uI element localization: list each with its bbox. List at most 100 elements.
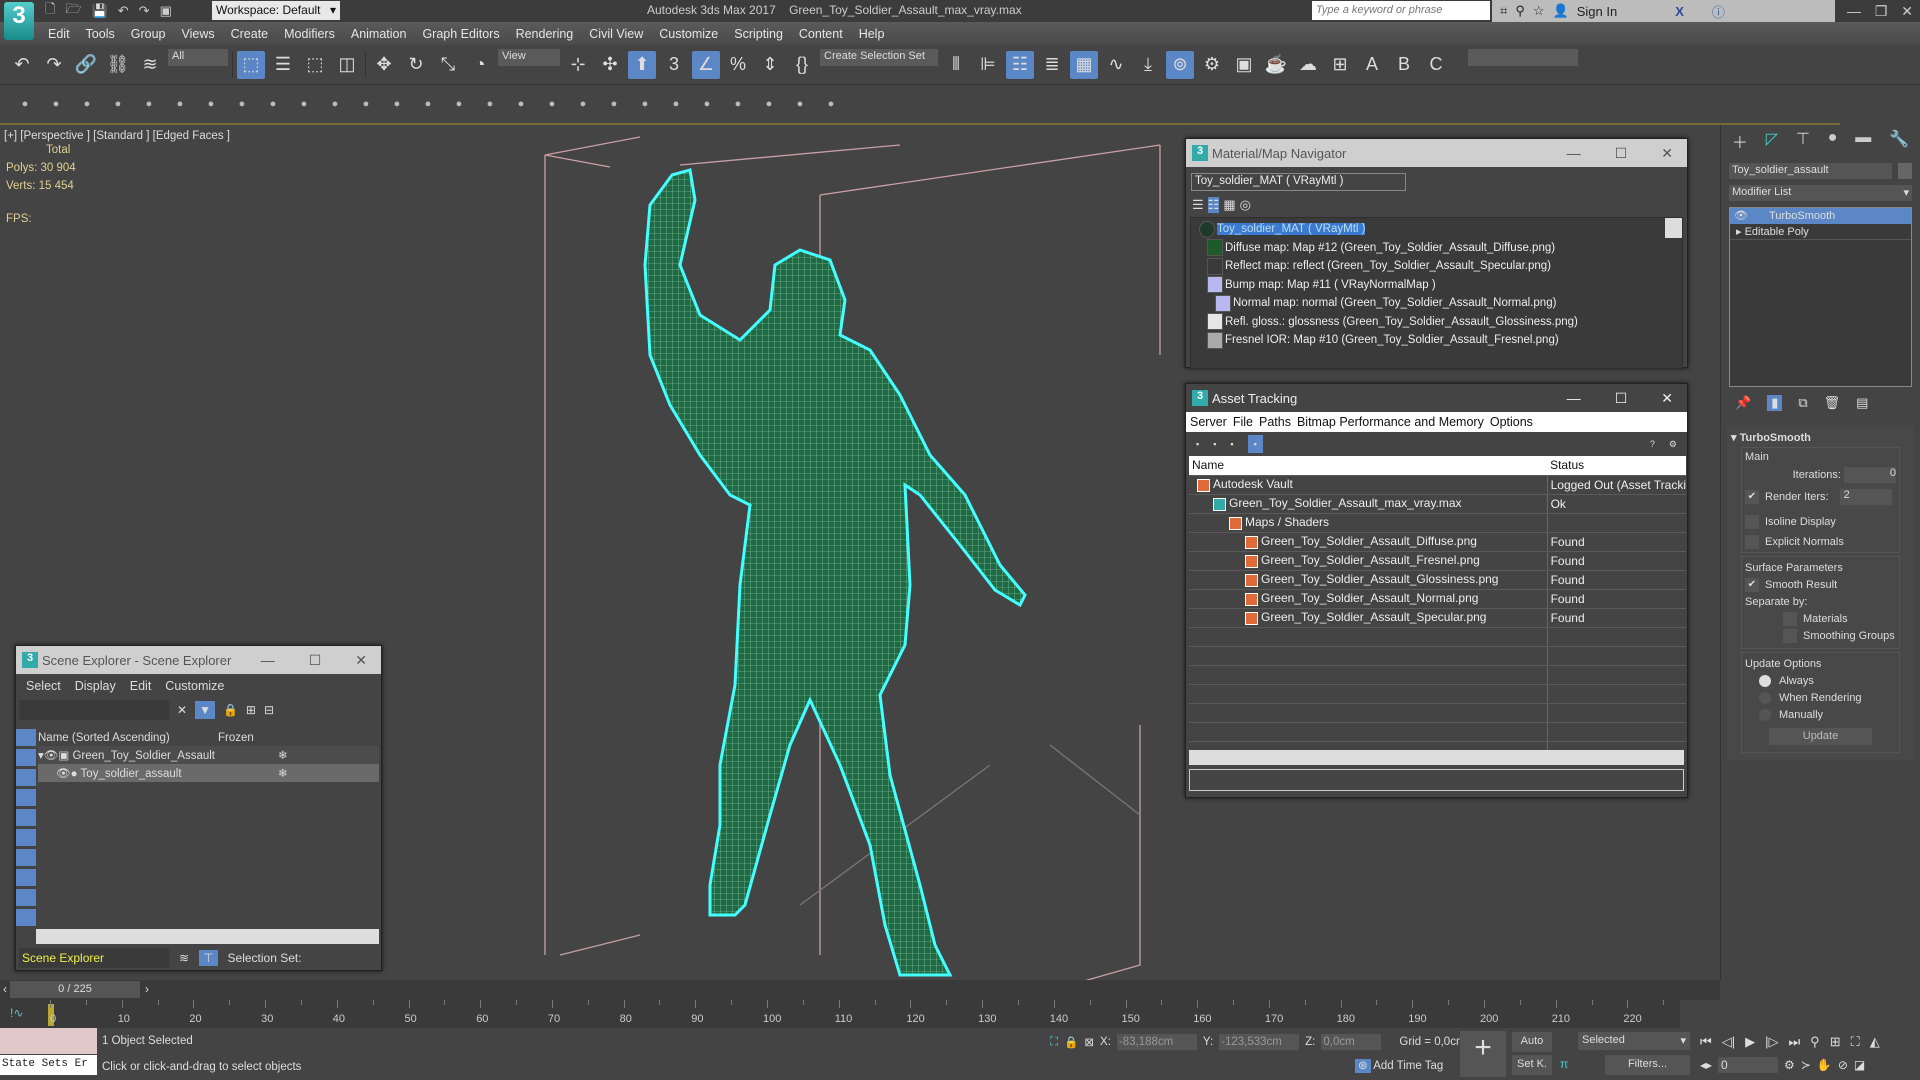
material-tree-item[interactable]: Fresnel IOR: Map #10 (Green_Toy_Soldier_… — [1191, 331, 1682, 350]
show-end-result-icon[interactable]: ▮ — [1767, 395, 1783, 411]
field-of-view-icon[interactable]: ◭ — [1870, 1034, 1880, 1050]
asset-row[interactable]: Maps / Shaders — [1189, 513, 1686, 533]
proxy-icon[interactable]: ● — [541, 93, 563, 115]
list-icons-view-icon[interactable]: ☷ — [1207, 197, 1220, 213]
play-icon[interactable]: ▶ — [1745, 1034, 1755, 1050]
shape-filter-icon[interactable] — [16, 749, 36, 766]
helper-icon[interactable]: ● — [200, 93, 222, 115]
unlink-icon[interactable]: ⛓ — [104, 51, 132, 79]
spinner-snap-icon[interactable]: ⇕ — [756, 51, 784, 79]
menu-graph-editors[interactable]: Graph Editors — [422, 27, 499, 41]
materials-checkbox[interactable] — [1783, 612, 1797, 627]
binoculars-icon[interactable]: ⌗ — [1500, 3, 1507, 19]
isolate-icon[interactable]: ⛶ — [1050, 1036, 1058, 1049]
col-name[interactable]: Name (Sorted Ascending) — [38, 732, 218, 744]
link-icon[interactable]: 🔗 — [72, 51, 100, 79]
key-mode-icon[interactable]: ◂▸ — [1700, 1058, 1712, 1072]
keyword-search-input[interactable]: Type a keyword or phrase — [1312, 1, 1490, 20]
time-config-icon[interactable]: ⚙ — [1784, 1058, 1795, 1072]
rotate-icon[interactable]: ↻ — [402, 51, 430, 79]
render-iters-spinner[interactable]: 2 — [1839, 489, 1892, 505]
orbit-subobject-icon[interactable]: ⊘ — [1838, 1058, 1848, 1072]
new-file-icon[interactable]: 🗋 — [45, 0, 55, 22]
scene-row-selected[interactable]: 👁● Toy_soldier_assault ❄ — [38, 764, 379, 782]
frozen-icon[interactable]: ❄ — [278, 748, 288, 762]
key-filters-button[interactable]: Filters... — [1605, 1055, 1690, 1075]
sky-icon[interactable]: ● — [448, 93, 470, 115]
time-slider[interactable]: ‹ 0 / 225 › — [0, 980, 1720, 1000]
smoothing-groups-checkbox[interactable] — [1783, 629, 1797, 644]
maximize-icon[interactable]: ☐ — [1615, 390, 1628, 407]
tree-icon[interactable]: ● — [634, 93, 656, 115]
percent-snap-icon[interactable]: % — [724, 51, 752, 79]
material-tree-item[interactable]: Diffuse map: Map #12 (Green_Toy_Soldier_… — [1191, 239, 1682, 258]
horizontal-scrollbar[interactable] — [36, 929, 379, 944]
layer-explorer-icon[interactable]: ≣ — [1038, 51, 1066, 79]
prev-key-icon[interactable]: ◁| — [1722, 1034, 1735, 1050]
absolute-mode-icon[interactable]: ⊠ — [1084, 1035, 1094, 1049]
orbit-icon[interactable]: ≻ — [1801, 1058, 1811, 1072]
col-frozen[interactable]: Frozen — [218, 732, 254, 744]
utilities-tab-icon[interactable]: 🔧 — [1889, 129, 1909, 153]
soldier-model[interactable] — [643, 168, 1027, 977]
large-icons-view-icon[interactable]: ◎ — [1240, 197, 1251, 213]
doc-icon[interactable]: ● — [45, 93, 67, 115]
configure-sets-icon[interactable]: ▤ — [1856, 395, 1868, 411]
help-icon[interactable]: ? — [1650, 439, 1655, 449]
material-tree-item[interactable]: Normal map: normal (Green_Toy_Soldier_As… — [1191, 294, 1682, 313]
select-object-icon[interactable]: ⬚ — [237, 50, 265, 79]
material-name-field[interactable]: Toy_soldier_MAT ( VRayMtl ) — [1191, 173, 1406, 191]
material-tree-item[interactable]: Reflect map: reflect (Green_Toy_Soldier_… — [1191, 257, 1682, 276]
asset-menu-item[interactable]: Options — [1490, 415, 1533, 429]
geo-icon[interactable]: ● — [355, 93, 377, 115]
menu-create[interactable]: Create — [231, 27, 269, 41]
pan-icon[interactable]: ✋ — [1817, 1058, 1832, 1072]
render-cloud-icon[interactable]: ☁ — [1294, 51, 1322, 79]
redo-quick-icon[interactable]: ↷ — [139, 3, 150, 19]
eye-icon[interactable]: 👁 — [1734, 210, 1748, 222]
bone-filter-icon[interactable] — [16, 889, 36, 906]
dome-icon[interactable]: ● — [293, 93, 315, 115]
menu-animation[interactable]: Animation — [351, 27, 407, 41]
select-by-name-icon[interactable]: ☰ — [269, 51, 297, 79]
material-navigator-titlebar[interactable]: 3 Material/Map Navigator — ☐ ✕ — [1186, 139, 1687, 167]
zoom-all-icon[interactable]: ⊞ — [1830, 1034, 1841, 1050]
rock-icon[interactable]: ● — [665, 93, 687, 115]
undo-icon[interactable]: ↶ — [8, 51, 36, 79]
window-crossing-icon[interactable]: ◫ — [333, 51, 361, 79]
spacewarp-filter-icon[interactable] — [16, 829, 36, 846]
isoline-checkbox[interactable] — [1745, 515, 1759, 529]
scene-explorer-toggle-icon[interactable]: ☷ — [1006, 50, 1034, 79]
camera-filter-icon[interactable] — [16, 789, 36, 806]
filter-icon[interactable]: ▼ — [195, 701, 215, 719]
add-time-tag-button[interactable]: Add Time Tag — [1373, 1060, 1443, 1072]
layers-icon[interactable]: ≋ — [179, 951, 189, 965]
edit-named-selection-icon[interactable]: {} — [788, 51, 816, 79]
hierarchy-tab-icon[interactable]: ⊤ — [1796, 129, 1810, 153]
go-to-start-icon[interactable]: ⏮ — [1700, 1034, 1712, 1050]
zoom-icon[interactable]: ⚲ — [1810, 1034, 1820, 1050]
motion-tab-icon[interactable]: ● — [1828, 129, 1838, 153]
asset-menu-item[interactable]: Bitmap Performance and Memory — [1297, 415, 1484, 429]
matlib-icon[interactable]: ● — [727, 93, 749, 115]
hierarchy-mode-icon[interactable]: ⊤ — [199, 950, 218, 966]
prev-frame-icon[interactable]: ‹ — [3, 982, 7, 996]
maximize-viewport-icon[interactable]: ◪ — [1854, 1058, 1865, 1072]
close-icon[interactable]: ✕ — [1661, 390, 1673, 407]
curve-editor-icon[interactable]: ∿ — [1102, 51, 1130, 79]
smooth-result-checkbox[interactable]: ✔ — [1745, 578, 1759, 593]
light-filter-icon[interactable] — [16, 769, 36, 786]
bind-spacewarp-icon[interactable]: ≋ — [136, 51, 164, 79]
help-icon[interactable]: ⓘ — [1712, 2, 1725, 21]
group-filter-icon[interactable] — [16, 849, 36, 866]
stack-item-turbosmooth[interactable]: 👁 TurboSmooth — [1730, 208, 1911, 224]
render-preset-dropdown[interactable] — [1468, 49, 1578, 66]
minimize-icon[interactable]: — — [261, 652, 275, 669]
render-iters-checkbox[interactable]: ✔ — [1745, 490, 1759, 504]
menu-views[interactable]: Views — [181, 27, 214, 41]
small-icons-view-icon[interactable]: ▦ — [1223, 197, 1235, 213]
help-icon[interactable]: ● — [820, 93, 842, 115]
scene-menu-item[interactable]: Customize — [165, 679, 224, 693]
object-name-field[interactable]: Toy_soldier_assault — [1729, 163, 1893, 179]
rollout-header[interactable]: ▾ TurboSmooth — [1731, 431, 1910, 444]
